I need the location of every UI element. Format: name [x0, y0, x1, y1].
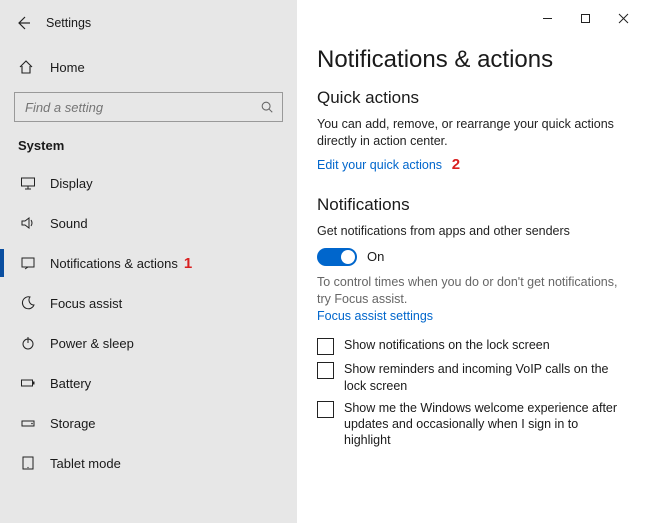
nav-tablet[interactable]: Tablet mode	[0, 443, 297, 483]
window-title: Settings	[38, 16, 91, 30]
edit-quick-actions-link[interactable]: Edit your quick actions	[317, 158, 442, 172]
home-nav[interactable]: Home	[0, 50, 297, 84]
nav-label: Storage	[38, 416, 96, 431]
annotation-1: 1	[178, 255, 192, 272]
search-icon	[260, 100, 274, 114]
battery-icon	[18, 375, 38, 391]
nav-label: Power & sleep	[38, 336, 134, 351]
moon-icon	[18, 295, 38, 311]
nav-label: Display	[38, 176, 93, 191]
nav-display[interactable]: Display	[0, 163, 297, 203]
checkbox[interactable]	[317, 338, 334, 355]
nav-label: Focus assist	[38, 296, 122, 311]
sidebar: Settings Home System Display Sound Notif…	[0, 0, 297, 523]
nav-focus-assist[interactable]: Focus assist	[0, 283, 297, 323]
search-input[interactable]	[23, 99, 260, 116]
page-heading: Notifications & actions	[317, 46, 628, 74]
check-voip[interactable]: Show reminders and incoming VoIP calls o…	[317, 361, 628, 394]
main-content: Notifications & actions Quick actions Yo…	[297, 0, 648, 523]
sound-icon	[18, 215, 38, 231]
home-icon	[18, 59, 38, 75]
search-box[interactable]	[14, 92, 283, 122]
minimize-button[interactable]	[528, 6, 566, 30]
checkbox[interactable]	[317, 362, 334, 379]
annotation-2: 2	[446, 156, 460, 173]
maximize-button[interactable]	[566, 6, 604, 30]
nav-power[interactable]: Power & sleep	[0, 323, 297, 363]
toggle-state: On	[367, 249, 384, 264]
notifications-toggle[interactable]	[317, 248, 357, 266]
checkbox-label: Show reminders and incoming VoIP calls o…	[344, 361, 628, 394]
window-controls	[528, 6, 642, 30]
nav-label: Tablet mode	[38, 456, 121, 471]
quick-actions-desc: You can add, remove, or rearrange your q…	[317, 116, 628, 150]
nav-storage[interactable]: Storage	[0, 403, 297, 443]
nav-sound[interactable]: Sound	[0, 203, 297, 243]
close-button[interactable]	[604, 6, 642, 30]
power-icon	[18, 335, 38, 351]
quick-actions-header: Quick actions	[317, 88, 628, 108]
checkbox-label: Show me the Windows welcome experience a…	[344, 400, 628, 449]
back-button[interactable]	[8, 10, 38, 36]
notifications-header: Notifications	[317, 195, 628, 215]
storage-icon	[18, 415, 38, 431]
tablet-icon	[18, 455, 38, 471]
nav-label: Notifications & actions	[38, 256, 178, 271]
checkbox-label: Show notifications on the lock screen	[344, 337, 550, 353]
focus-hint: To control times when you do or don't ge…	[317, 274, 628, 308]
notifications-toggle-label: Get notifications from apps and other se…	[317, 223, 628, 240]
display-icon	[18, 175, 38, 191]
check-welcome[interactable]: Show me the Windows welcome experience a…	[317, 400, 628, 449]
section-header: System	[0, 130, 297, 157]
notifications-icon	[18, 255, 38, 271]
check-lock-screen[interactable]: Show notifications on the lock screen	[317, 337, 628, 355]
focus-assist-link[interactable]: Focus assist settings	[317, 309, 433, 323]
nav-battery[interactable]: Battery	[0, 363, 297, 403]
home-label: Home	[38, 60, 85, 75]
nav-label: Battery	[38, 376, 91, 391]
nav-notifications[interactable]: Notifications & actions 1	[0, 243, 297, 283]
checkbox[interactable]	[317, 401, 334, 418]
nav-list: Display Sound Notifications & actions 1 …	[0, 163, 297, 483]
nav-label: Sound	[38, 216, 88, 231]
